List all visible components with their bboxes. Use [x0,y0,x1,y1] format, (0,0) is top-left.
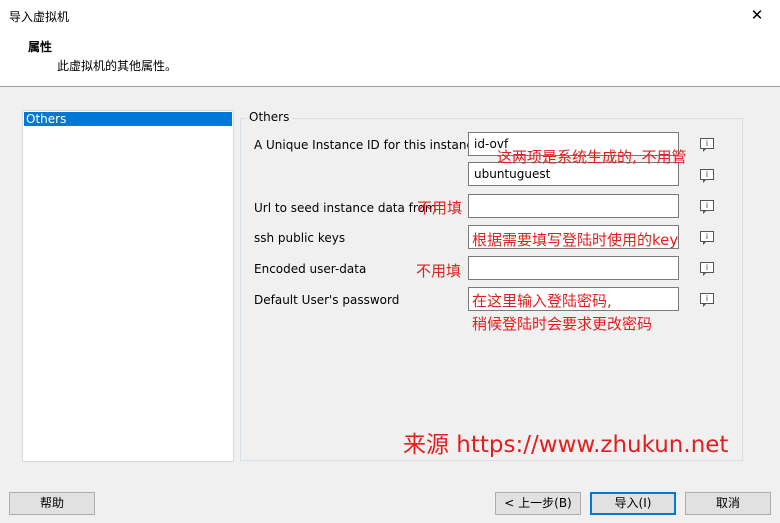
page-subtitle: 此虚拟机的其他属性。 [57,59,178,73]
category-list[interactable]: Others [22,110,234,462]
group-title: Others [246,110,293,124]
annotation-ssh-hint: 根据需要填写登陆时使用的key [472,231,679,249]
ssh-keys-info-icon[interactable]: i [700,231,714,245]
annotation-password-line2: 稍候登陆时会要求更改密码 [472,315,653,333]
back-button[interactable]: < 上一步(B) [495,492,581,515]
close-icon[interactable]: ✕ [734,0,780,31]
instance-id-label: A Unique Instance ID for this instance [254,138,481,152]
seed-url-label: Url to seed instance data from [254,201,437,215]
category-item-others[interactable]: Others [24,112,232,126]
seed-url-info-icon[interactable]: i [700,200,714,214]
annotation-no-fill-userdata: 不用填 [416,262,462,280]
cancel-button[interactable]: 取消 [685,492,771,515]
help-button[interactable]: 帮助 [9,492,95,515]
annotation-system-generated: 这两项是系统生成的, 不用管 [497,148,687,166]
instance-id-info-icon[interactable]: i [700,138,714,152]
window-title: 导入虚拟机 [9,10,70,24]
hostname-info-icon[interactable]: i [700,169,714,183]
user-data-info-icon[interactable]: i [700,262,714,276]
source-watermark: 来源 https://www.zhukun.net [403,432,729,458]
ssh-keys-label: ssh public keys [254,231,346,245]
page-title: 属性 [28,40,53,54]
password-label: Default User's password [254,293,400,307]
annotation-no-fill-seed: 不用填 [417,199,463,217]
seed-url-field[interactable] [468,194,679,218]
password-info-icon[interactable]: i [700,293,714,307]
annotation-password-line1: 在这里输入登陆密码, [472,292,612,310]
user-data-label: Encoded user-data [254,262,367,276]
title-bar: 导入虚拟机 ✕ [0,0,780,33]
wizard-header: 属性 此虚拟机的其他属性。 [0,33,780,87]
user-data-field[interactable] [468,256,679,280]
import-button[interactable]: 导入(I) [590,492,676,515]
